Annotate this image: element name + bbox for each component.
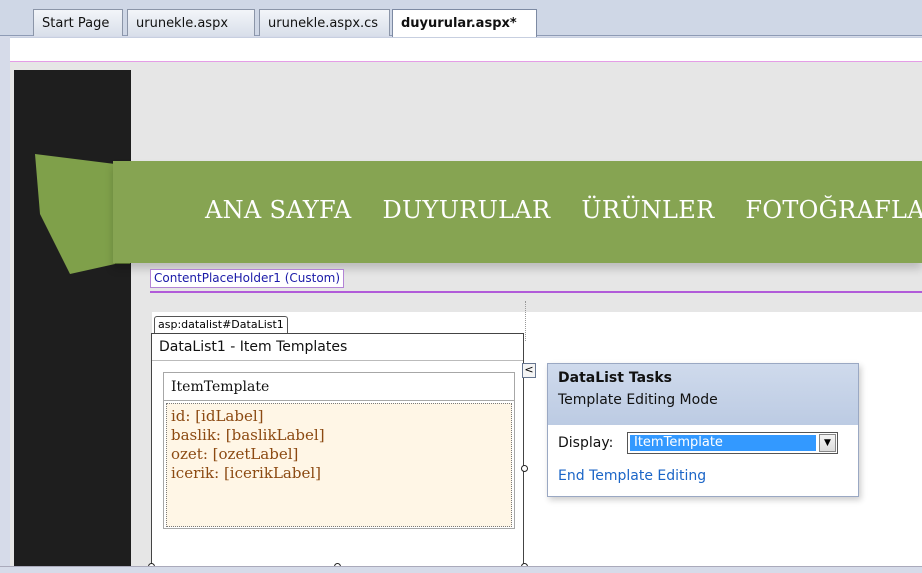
tab-urunekle-aspx[interactable]: urunekle.aspx — [127, 9, 255, 36]
end-template-editing-link[interactable]: End Template Editing — [558, 468, 706, 484]
tab-label: urunekle.aspx.cs — [268, 16, 379, 31]
datalist-tag-label[interactable]: asp:datalist#DataList1 — [154, 316, 288, 333]
resize-handle-right[interactable] — [521, 465, 528, 472]
guide-line — [525, 301, 526, 341]
tab-label: urunekle.aspx — [136, 16, 229, 31]
body-guide — [10, 44, 922, 62]
site-menu: ANA SAYFA DUYURULAR ÜRÜNLER FOTOĞRAFLAR — [205, 196, 922, 224]
item-template-box[interactable]: ItemTemplate id: [idLabel] baslik: [basl… — [163, 372, 515, 529]
item-template-header: ItemTemplate — [164, 373, 514, 401]
tab-duyurular-aspx[interactable]: duyurular.aspx* — [392, 9, 537, 37]
bottom-scrollbar[interactable] — [0, 566, 922, 573]
menu-item-fotograflar[interactable]: FOTOĞRAFLAR — [745, 196, 922, 224]
datalist-tasks-panel: DataList Tasks Template Editing Mode Dis… — [547, 363, 859, 497]
site-left-bar — [14, 70, 131, 567]
menu-item-ana-sayfa[interactable]: ANA SAYFA — [205, 196, 352, 224]
document-tab-strip: Start Page urunekle.aspx urunekle.aspx.c… — [0, 0, 922, 37]
datalist-title: DataList1 - Item Templates — [152, 334, 523, 361]
content-placeholder-label[interactable]: ContentPlaceHolder1 (Custom) — [150, 269, 345, 288]
tasks-header: DataList Tasks Template Editing Mode — [548, 364, 858, 425]
chevron-down-icon[interactable]: ▼ — [819, 434, 836, 452]
template-line-icerik[interactable]: icerik: [icerikLabel] — [171, 464, 507, 483]
content-placeholder-border — [150, 291, 922, 293]
item-template-body[interactable]: id: [idLabel] baslik: [baslikLabel] ozet… — [166, 403, 512, 527]
display-select[interactable]: ItemTemplate ▼ — [627, 432, 838, 454]
tab-start-page[interactable]: Start Page — [33, 9, 123, 36]
menu-item-duyurular[interactable]: DUYURULAR — [382, 196, 550, 224]
tab-urunekle-aspx-cs[interactable]: urunekle.aspx.cs — [259, 9, 390, 36]
tasks-title: DataList Tasks — [558, 370, 672, 386]
template-line-baslik[interactable]: baslik: [baslikLabel] — [171, 426, 507, 445]
tasks-subtitle: Template Editing Mode — [558, 392, 718, 408]
template-line-ozet[interactable]: ozet: [ozetLabel] — [171, 445, 507, 464]
tab-label: duyurular.aspx* — [401, 16, 517, 31]
display-selected-value: ItemTemplate — [630, 435, 816, 451]
menu-item-urunler[interactable]: ÜRÜNLER — [581, 196, 714, 224]
display-label: Display: — [558, 435, 614, 451]
template-line-id[interactable]: id: [idLabel] — [171, 407, 507, 426]
design-surface[interactable]: ANA SAYFA DUYURULAR ÜRÜNLER FOTOĞRAFLAR … — [10, 37, 922, 570]
tab-label: Start Page — [42, 16, 110, 31]
datalist-control[interactable]: DataList1 - Item Templates ItemTemplate … — [151, 333, 524, 567]
smart-tag-chevron-icon[interactable]: < — [522, 363, 536, 378]
